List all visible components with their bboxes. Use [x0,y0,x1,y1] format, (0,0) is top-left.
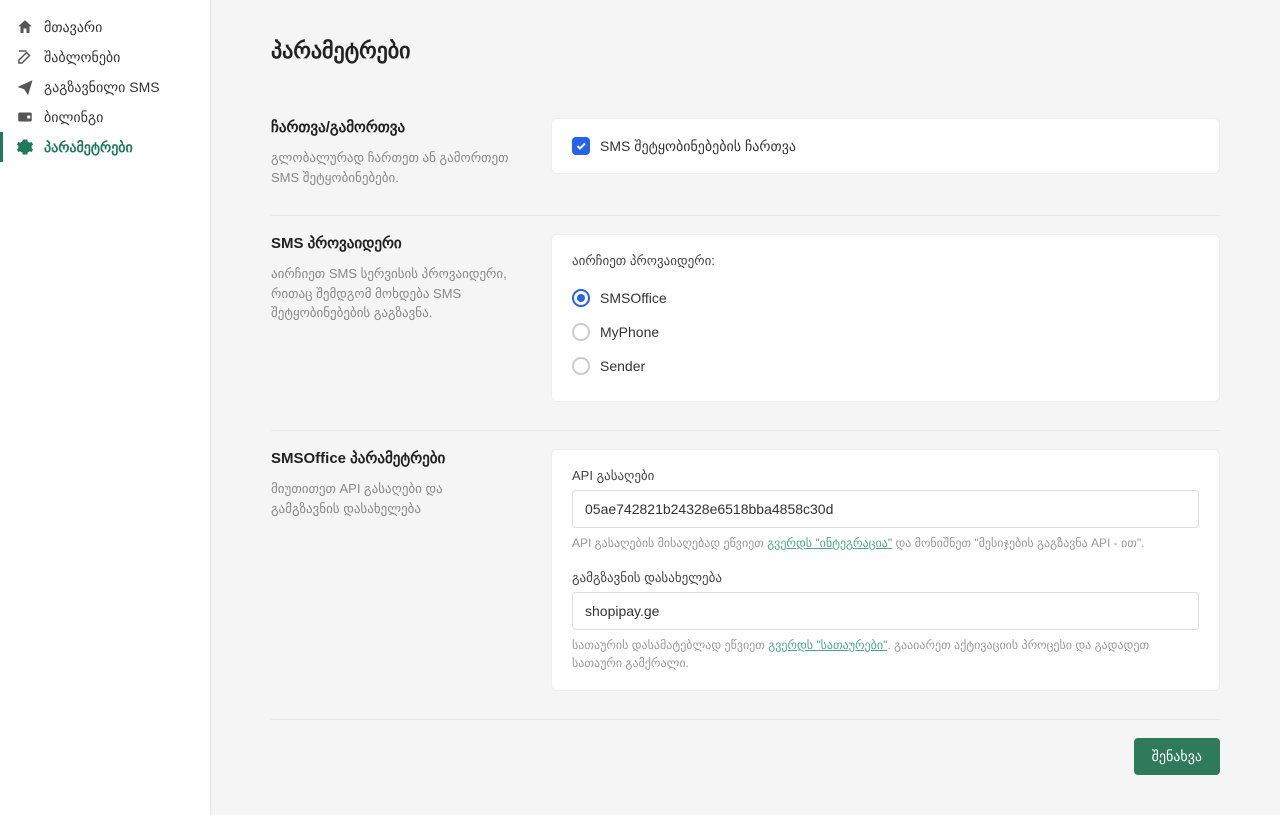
integration-link[interactable]: გვერდს "ინტეგრაცია" [767,536,892,550]
sidebar-item-settings[interactable]: პარამეტრები [0,132,210,162]
sidebar-item-label: შაბლონები [44,49,120,66]
save-button[interactable]: შენახვა [1134,738,1220,775]
sender-name-field: გამგზავნის დასახელება სათაურის დასამატებ… [572,570,1199,672]
radio-label: MyPhone [600,324,659,340]
radio-icon [572,289,590,307]
section-title: ჩართვა/გამორთვა [271,118,511,136]
provider-option-myphone[interactable]: MyPhone [572,315,1199,349]
sidebar-item-sent-sms[interactable]: გაგზავნილი SMS [0,72,210,102]
section-desc: მიუთითეთ API გასაღები და გამგზავნის დასა… [271,479,511,518]
titles-link[interactable]: გვერდს "სათაურები" [768,638,887,652]
send-icon [16,78,34,96]
section-toggle: ჩართვა/გამორთვა გლობალურად ჩართეთ ან გამ… [271,100,1220,216]
sidebar-item-home[interactable]: მთავარი [0,12,210,42]
sidebar: მთავარი შაბლონები გაგზავნილი SMS ბილინგი… [0,0,211,815]
main-content: პარამეტრები ჩართვა/გამორთვა გლობალურად ჩ… [211,0,1280,815]
radio-label: SMSOffice [600,290,667,306]
sidebar-item-label: პარამეტრები [44,139,133,156]
section-provider: SMS პროვაიდერი აირჩიეთ SMS სერვისის პროვ… [271,216,1220,431]
provider-card: აირჩიეთ პროვაიდერი: SMSOffice MyPhone Se… [551,234,1220,402]
sender-name-input[interactable] [572,592,1199,630]
section-title: SMSOffice პარამეტრები [271,449,511,467]
gear-icon [16,138,34,156]
sidebar-item-label: გაგზავნილი SMS [44,79,160,96]
provider-option-smsoffice[interactable]: SMSOffice [572,281,1199,315]
actions-row: შენახვა [271,738,1220,775]
edit-icon [16,48,34,66]
radio-label: Sender [600,358,645,374]
sidebar-item-templates[interactable]: შაბლონები [0,42,210,72]
smsoffice-card: API გასაღები API გასაღების მისაღებად ეწვ… [551,449,1220,691]
sender-name-label: გამგზავნის დასახელება [572,570,1199,586]
section-title: SMS პროვაიდერი [271,234,511,252]
api-key-input[interactable] [572,490,1199,528]
section-header: SMSOffice პარამეტრები მიუთითეთ API გასაღ… [271,449,511,691]
choose-provider-label: აირჩიეთ პროვაიდერი: [572,253,1199,269]
section-desc: აირჩიეთ SMS სერვისის პროვაიდერი, რითაც შ… [271,264,511,323]
sidebar-item-billing[interactable]: ბილინგი [0,102,210,132]
wallet-icon [16,108,34,126]
section-header: ჩართვა/გამორთვა გლობალურად ჩართეთ ან გამ… [271,118,511,187]
sender-name-hint: სათაურის დასამატებლად ეწვიეთ გვერდს "სათ… [572,636,1199,672]
provider-option-sender[interactable]: Sender [572,349,1199,383]
api-key-label: API გასაღები [572,468,1199,484]
section-desc: გლობალურად ჩართეთ ან გამორთეთ SMS შეტყობ… [271,148,511,187]
enable-sms-checkbox-row[interactable]: SMS შეტყობინებების ჩართვა [572,137,1199,155]
sidebar-item-label: მთავარი [44,19,102,36]
page-title: პარამეტრები [271,38,1220,64]
enable-sms-checkbox[interactable] [572,137,590,155]
sidebar-item-label: ბილინგი [44,109,103,126]
section-smsoffice: SMSOffice პარამეტრები მიუთითეთ API გასაღ… [271,431,1220,720]
home-icon [16,18,34,36]
toggle-card: SMS შეტყობინებების ჩართვა [551,118,1220,174]
radio-icon [572,323,590,341]
api-key-hint: API გასაღების მისაღებად ეწვიეთ გვერდს "ი… [572,534,1199,552]
checkbox-label: SMS შეტყობინებების ჩართვა [600,138,796,155]
api-key-field: API გასაღები API გასაღების მისაღებად ეწვ… [572,468,1199,552]
section-header: SMS პროვაიდერი აირჩიეთ SMS სერვისის პროვ… [271,234,511,402]
radio-icon [572,357,590,375]
